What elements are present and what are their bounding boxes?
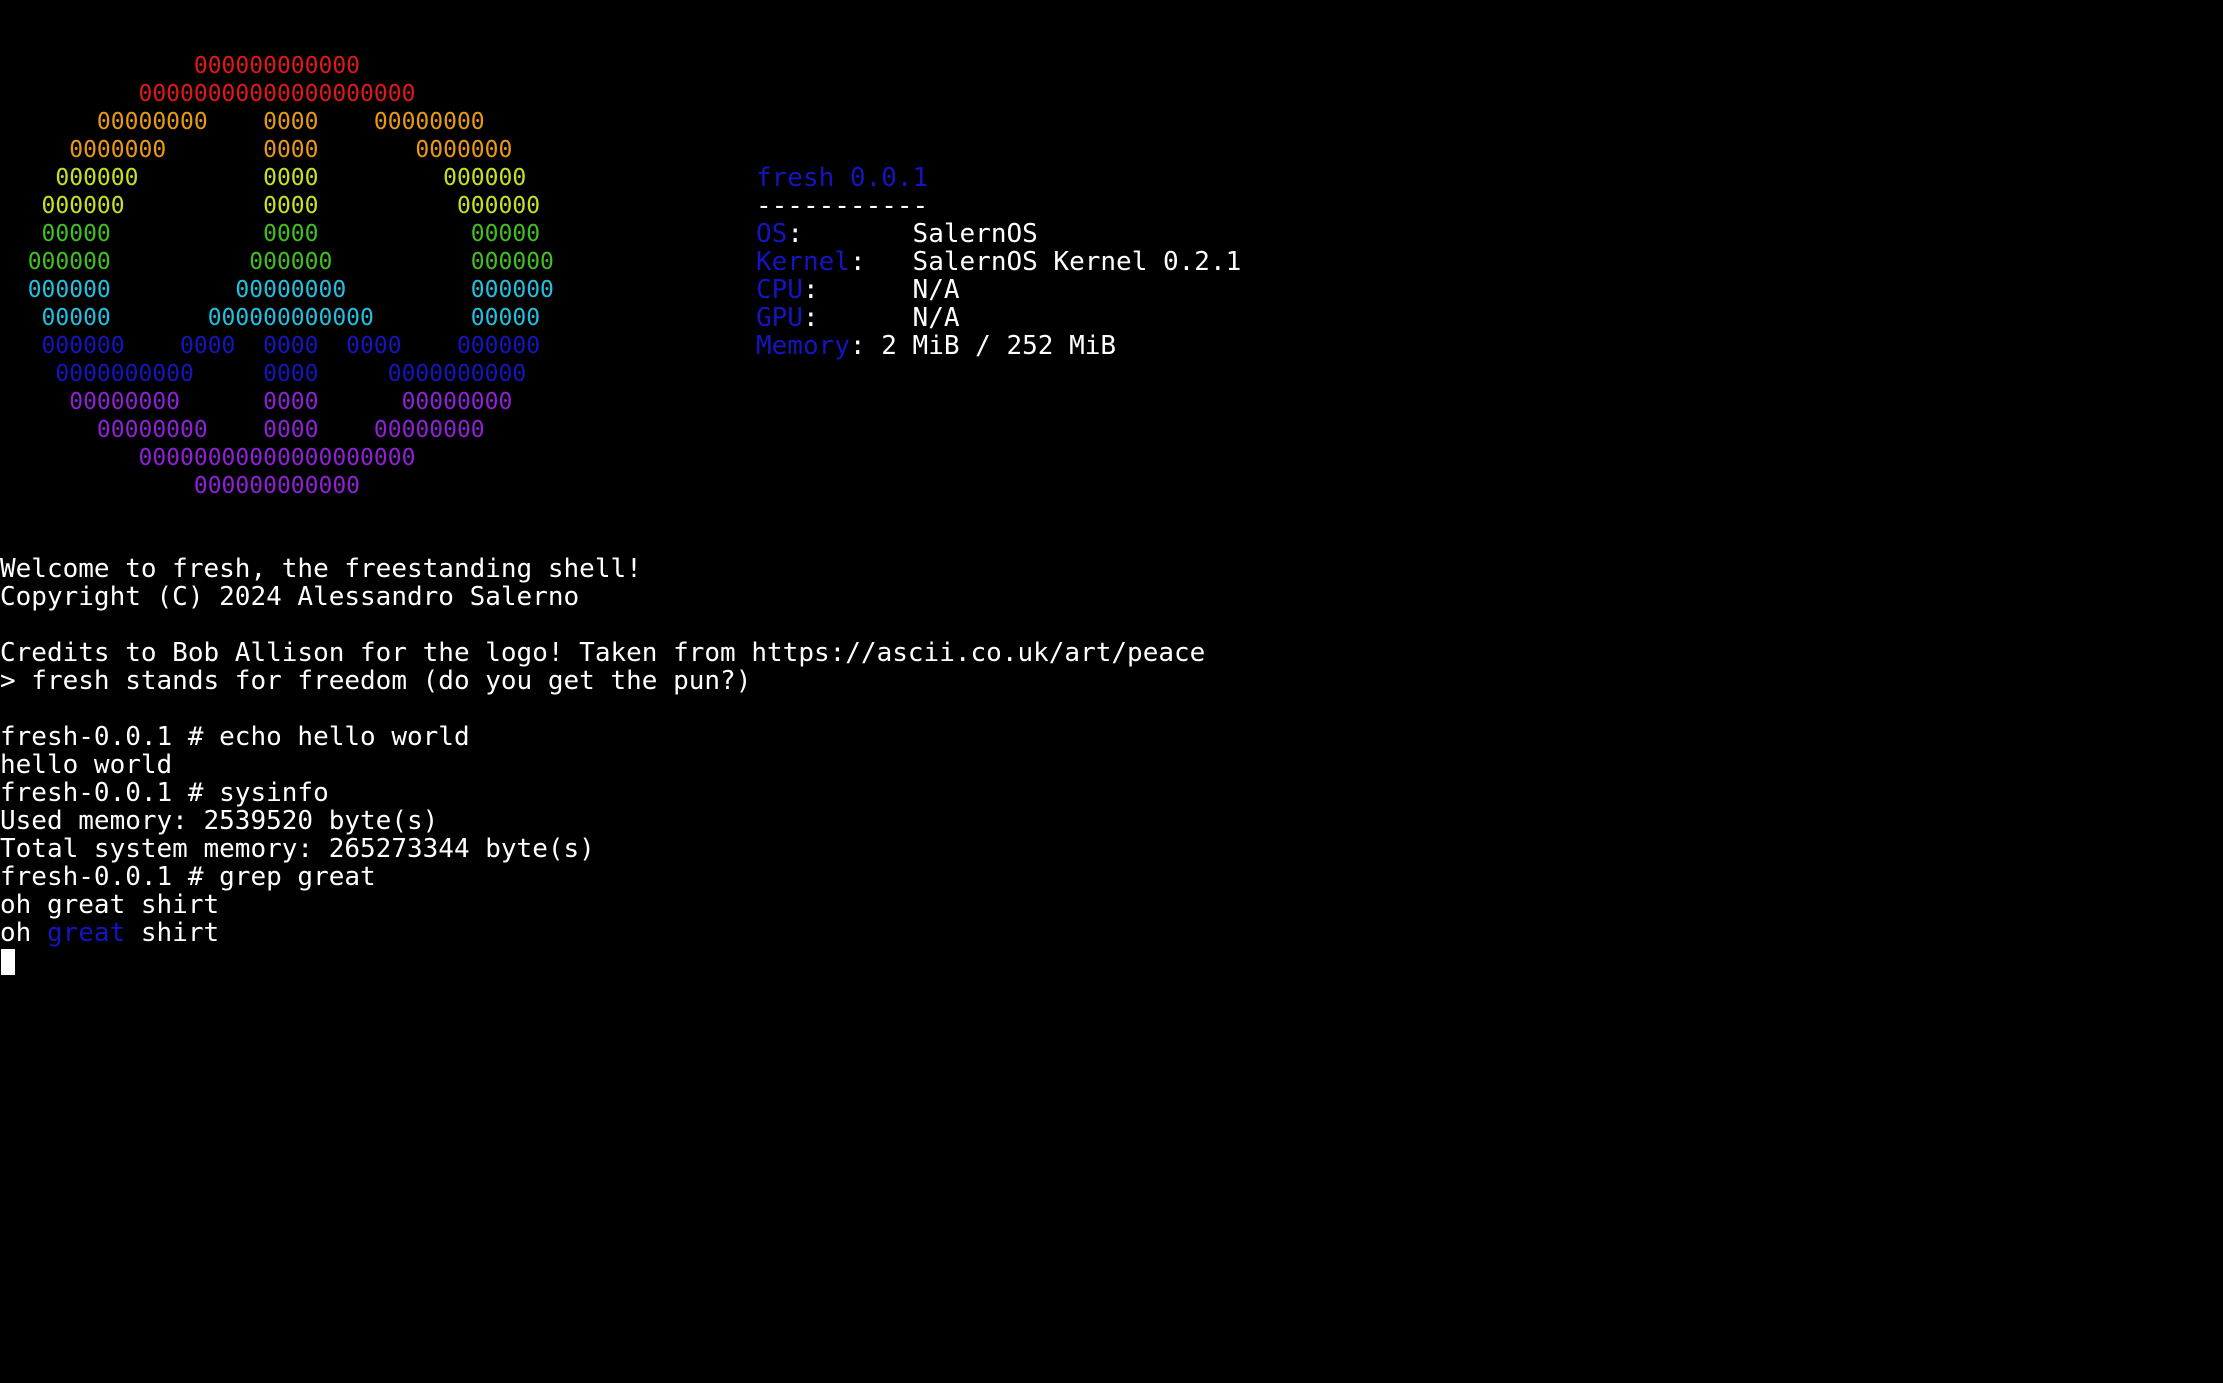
output-echo: hello world xyxy=(0,750,173,780)
logo-line: 000000 00000000 000000 xyxy=(0,277,554,303)
sysinfo-row-cpu: CPU: N/A xyxy=(756,275,960,305)
copyright-line: Copyright (C) 2024 Alessandro Salerno xyxy=(0,582,580,612)
logo-line: 00000 0000 00000 xyxy=(0,221,541,247)
sysinfo-label: GPU xyxy=(756,303,803,333)
logo-line: 0000000000 0000 0000000000 xyxy=(0,361,527,387)
sysinfo-label: OS xyxy=(756,219,788,249)
logo-line: 00000000 0000 00000000 xyxy=(0,417,485,443)
grep-highlight: great xyxy=(46,918,126,948)
sysinfo-row-gpu: GPU: N/A xyxy=(756,303,960,333)
logo-line: 00000000000000000000 xyxy=(0,81,416,107)
sysinfo-value: SalernOS Kernel 0.2.1 xyxy=(912,247,1242,277)
grep-input-line: oh great shirt xyxy=(0,890,220,920)
sysinfo-value: N/A xyxy=(912,303,960,333)
sysinfo-label: CPU xyxy=(756,275,803,305)
command-grep: fresh-0.0.1 # grep great xyxy=(0,862,376,892)
logo-line: 000000000000 xyxy=(0,53,361,79)
sysinfo-value: N/A xyxy=(912,275,960,305)
terminal-screen[interactable]: 000000000000 00000000000000000000 000000… xyxy=(0,0,2223,1383)
output-used-memory: Used memory: 2539520 byte(s) xyxy=(0,806,439,836)
tagline: > fresh stands for freedom (do you get t… xyxy=(0,666,752,696)
logo-line: 00000000000000000000 xyxy=(0,445,416,471)
sysinfo-value: SalernOS xyxy=(912,219,1038,249)
sysinfo-row-os: OS: SalernOS xyxy=(756,219,1038,249)
sysinfo-label: Kernel xyxy=(756,247,850,277)
logo-line: 00000000 0000 00000000 xyxy=(0,109,485,135)
sysinfo-label: Memory xyxy=(756,331,850,361)
output-total-memory: Total system memory: 265273344 byte(s) xyxy=(0,834,595,864)
grep-match-line: oh great shirt xyxy=(0,918,220,948)
welcome-message: Welcome to fresh, the freestanding shell… xyxy=(0,554,642,584)
command-echo: fresh-0.0.1 # echo hello world xyxy=(0,722,470,752)
logo-line: 00000 000000000000 00000 xyxy=(0,305,541,331)
sysinfo-title: fresh 0.0.1 xyxy=(756,163,929,193)
sysinfo-row-memory: Memory: 2 MiB / 252 MiB xyxy=(756,331,1117,361)
command-sysinfo: fresh-0.0.1 # sysinfo xyxy=(0,778,329,808)
logo-line: 000000000000 xyxy=(0,473,361,499)
logo-line: 000000 000000 000000 xyxy=(0,249,554,275)
logo-line: 000000 0000 000000 xyxy=(0,193,541,219)
logo-line: 000000 0000 000000 xyxy=(0,165,527,191)
logo-line: 00000000 0000 00000000 xyxy=(0,389,513,415)
credits-line: Credits to Bob Allison for the logo! Tak… xyxy=(0,638,1206,668)
text-cursor[interactable] xyxy=(1,949,15,975)
logo-line: 0000000 0000 0000000 xyxy=(0,137,513,163)
sysinfo-value: 2 MiB / 252 MiB xyxy=(881,331,1117,361)
sysinfo-separator: ----------- xyxy=(756,191,929,221)
logo-line: 000000 0000 0000 0000 000000 xyxy=(0,333,541,359)
sysinfo-row-kernel: Kernel: SalernOS Kernel 0.2.1 xyxy=(756,247,1242,277)
